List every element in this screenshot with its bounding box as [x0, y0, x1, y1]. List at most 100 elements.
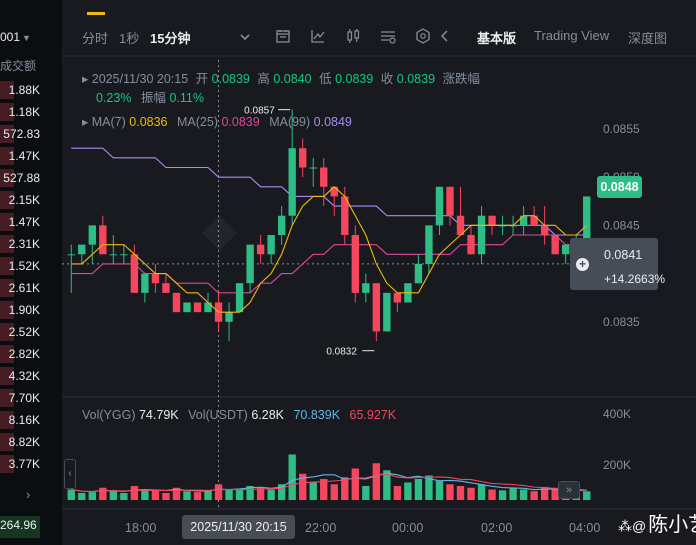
amplitude-label: 振幅 [140, 91, 166, 105]
crosshair-time-tag: 2025/11/30 20:15 [182, 515, 295, 539]
candle-body [162, 283, 170, 293]
triangle-collapse-icon[interactable]: ▸ [82, 72, 88, 86]
left-row: 1.47K [0, 145, 46, 167]
brand-watermark-icon: ◆ [202, 203, 238, 255]
crosshair-price-tag: + 0.0841 +14.2663% [570, 238, 665, 290]
chevron-right-icon[interactable]: › [26, 487, 30, 502]
left-row-value: 1.47K [8, 149, 40, 163]
left-row: 2.31K [0, 233, 46, 255]
volume-bar [351, 468, 359, 500]
candle-body [414, 263, 423, 284]
candle-body [372, 283, 381, 332]
volume-bar [435, 480, 444, 500]
ma25-label: MA(25) [177, 115, 218, 129]
volume-bar [235, 488, 244, 500]
volume-bar [109, 491, 118, 500]
volume-bar [225, 489, 233, 500]
volume-ma-b: 65.927K [349, 408, 397, 422]
left-row-value: 2.31K [8, 237, 40, 251]
caret-down-icon[interactable]: ▼ [22, 33, 31, 43]
plus-icon[interactable]: + [576, 258, 589, 271]
high-label: 高 [257, 72, 270, 86]
candle-body [151, 273, 160, 284]
crosshair-percent: +14.2663% [604, 272, 666, 286]
candle-body [393, 292, 402, 303]
time-axis-label: 02:00 [481, 521, 512, 535]
close-label: 收 [380, 72, 394, 86]
volume-bar [393, 486, 402, 500]
candle-body [130, 254, 139, 293]
candle-body [309, 167, 317, 169]
left-row-value: 8.82K [8, 435, 40, 449]
volume-bar [477, 484, 486, 500]
change-value: 0.23% [96, 91, 132, 105]
volume-bar [130, 486, 139, 500]
volume-bar [183, 491, 191, 500]
volume-bar [267, 489, 275, 500]
ma99-value: 0.0849 [313, 115, 352, 129]
candle-body [351, 235, 359, 293]
last-price-tag: 0.0848 [597, 176, 642, 198]
price-axis-label: 0.0855 [603, 122, 640, 136]
ma-info-line: ▸ MA(7) 0.0836 MA(25) 0.0839 MA(99) 0.08… [82, 114, 352, 129]
volume-bar [99, 487, 107, 500]
volume-bar [88, 492, 96, 500]
candle-body [99, 225, 107, 255]
left-row: 4.32K [0, 365, 46, 387]
volume-ma-a: 70.839K [293, 408, 341, 422]
candle-body [435, 186, 444, 226]
open-value: 0.0839 [211, 72, 250, 86]
volume-value: 74.79K [138, 408, 179, 422]
left-row-value: 8.16K [8, 413, 40, 427]
volume-bar [488, 489, 496, 500]
candle-body [277, 215, 286, 235]
left-row-value: 1.90K [8, 303, 40, 317]
ma7-label: MA(7) [91, 115, 126, 129]
volume-info-line: Vol(YGG) 74.79K Vol(USDT) 6.28K 70.839K … [82, 408, 396, 422]
left-header-value: 001 [0, 30, 21, 44]
time-axis-label: 18:00 [125, 521, 156, 535]
volume-bar [204, 490, 212, 500]
left-trade-panel: 001 ▼ 成交额 1.88K 1.18K 572.83 1.47K 527.88 2.15… [0, 0, 46, 545]
low-label: 低 [319, 72, 332, 86]
scroll-left-handle[interactable]: ‹ [64, 459, 76, 489]
triangle-collapse-icon[interactable]: ▸ [82, 115, 88, 129]
price-axis-label: 0.0835 [603, 315, 640, 329]
ohlc-info-line: ▸ 2025/11/30 20:15 开 0.0839 高 0.0840 低 0… [82, 68, 480, 87]
ma7-value: 0.0836 [129, 115, 168, 129]
candle-body [425, 225, 433, 264]
low-value: 0.0839 [335, 72, 374, 86]
volume-bar [446, 484, 454, 500]
candle-body [204, 302, 212, 313]
candle-body [519, 215, 528, 226]
candle-body [562, 244, 570, 255]
volume-bar [67, 489, 75, 500]
scroll-to-latest-button[interactable]: » [558, 481, 580, 499]
left-row-value: 1.88K [8, 83, 40, 97]
left-row: 3.77K [0, 453, 46, 475]
left-row: 1.52K [0, 255, 46, 277]
left-rows: 1.88K 1.18K 572.83 1.47K 527.88 2.15K 1.47K 2.3… [0, 79, 46, 475]
left-row: 2.61K [0, 277, 46, 299]
amplitude-value: 0.11% [169, 91, 204, 105]
left-row-value: 572.83 [3, 127, 40, 141]
candle-body [193, 302, 202, 313]
candle-body [246, 244, 254, 284]
candle-body [467, 235, 475, 255]
ohlc-datetime: 2025/11/30 20:15 [91, 72, 189, 86]
left-row-value: 7.70K [8, 391, 40, 405]
left-row-value: 2.52K [8, 325, 40, 339]
left-row-value: 1.52K [8, 259, 40, 273]
left-row: 7.70K [0, 387, 46, 409]
volume-bar [456, 486, 465, 500]
volume-axis-label: 200K [603, 458, 631, 472]
crosshair-price: 0.0841 [604, 248, 643, 262]
left-row-value: 1.47K [8, 215, 40, 229]
left-row: 1.90K [0, 299, 46, 321]
volume-bar [151, 490, 160, 500]
volume-bar [141, 489, 149, 500]
candle-body [267, 235, 275, 255]
candle-body [288, 148, 296, 216]
left-header[interactable]: 001 ▼ [0, 30, 31, 44]
left-row-value: 2.61K [8, 281, 40, 295]
